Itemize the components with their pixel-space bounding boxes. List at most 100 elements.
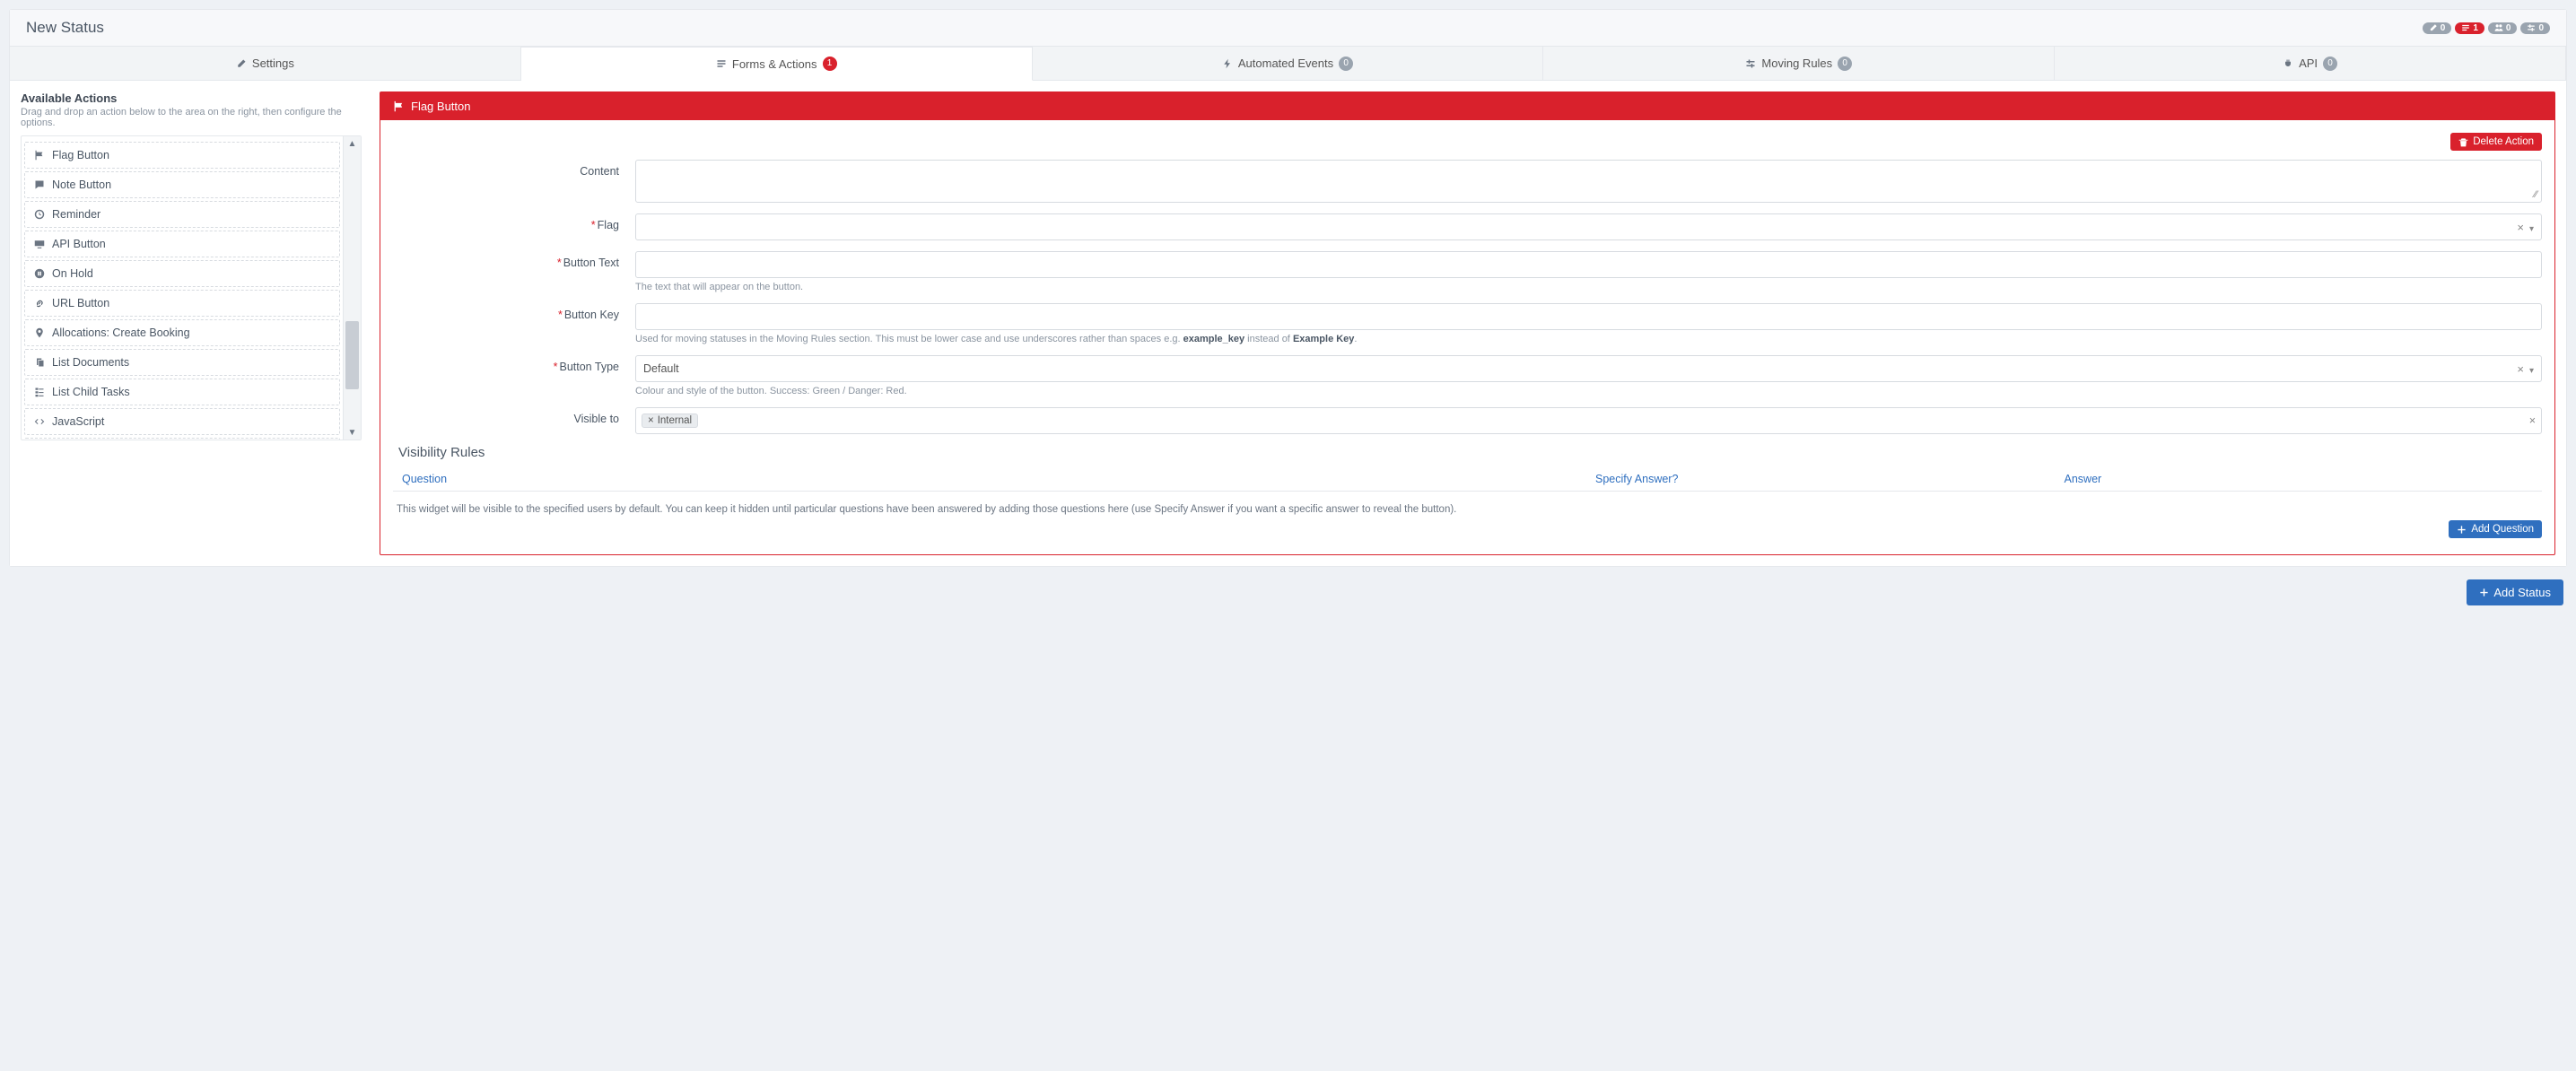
pencil-icon	[236, 58, 247, 69]
action-item-list-child-tasks[interactable]: List Child Tasks	[24, 379, 340, 405]
add-status-button[interactable]: Add Status	[2467, 579, 2563, 605]
action-item-url-button[interactable]: URL Button	[24, 290, 340, 317]
visibility-rules-title: Visibility Rules	[398, 445, 2542, 460]
visibility-table-header: Question Specify Answer? Answer	[393, 467, 2542, 492]
tree-icon	[34, 387, 45, 397]
badge-sliders[interactable]: 0	[2520, 22, 2550, 34]
sliders-icon	[2527, 23, 2536, 32]
scroll-thumb[interactable]	[345, 321, 359, 390]
clear-icon[interactable]: ×	[2517, 221, 2524, 234]
sliders-icon	[1745, 58, 1756, 69]
button-type-help: Colour and style of the button. Success:…	[635, 386, 2542, 396]
action-item-flag-button[interactable]: Flag Button	[24, 142, 340, 169]
available-actions-hint: Drag and drop an action below to the are…	[21, 107, 362, 128]
tab-api-badge: 0	[2323, 57, 2337, 71]
tab-api[interactable]: API 0	[2055, 47, 2566, 80]
button-key-label: *Button Key	[393, 303, 635, 321]
button-text-input[interactable]	[635, 251, 2542, 278]
tab-settings[interactable]: Settings	[10, 47, 521, 80]
chevron-down-icon[interactable]: ▾	[2529, 224, 2534, 234]
tab-moving-badge: 0	[1838, 57, 1852, 71]
remove-chip-icon[interactable]: ×	[648, 415, 654, 426]
form-icon	[2461, 23, 2470, 32]
clear-icon[interactable]: ×	[2517, 362, 2524, 376]
add-question-button[interactable]: Add Question	[2449, 520, 2542, 538]
plus-icon	[2457, 525, 2467, 535]
action-item-label: Note Button	[52, 178, 111, 191]
action-item-document-upload[interactable]: Document Upload	[24, 438, 340, 440]
note-icon	[34, 179, 45, 190]
tabs: Settings Forms & Actions 1 Automated Eve…	[10, 47, 2566, 81]
button-text-label: *Button Text	[393, 251, 635, 269]
action-item-on-hold[interactable]: On Hold	[24, 260, 340, 287]
screen-icon	[34, 239, 45, 249]
tab-forms-badge: 1	[823, 57, 837, 71]
action-item-label: On Hold	[52, 267, 93, 280]
action-item-label: Flag Button	[52, 149, 109, 161]
pause-icon	[34, 268, 45, 279]
scroll-down-button[interactable]: ▼	[344, 425, 361, 440]
col-answer: Answer	[2065, 473, 2534, 485]
badge-users[interactable]: 0	[2488, 22, 2518, 34]
content-label: Content	[393, 160, 635, 178]
button-type-label: *Button Type	[393, 355, 635, 373]
pin-icon	[34, 327, 45, 338]
badge-pencil[interactable]: 0	[2423, 22, 2452, 34]
action-item-label: List Child Tasks	[52, 386, 130, 398]
flag-select[interactable]: ×▾	[635, 213, 2542, 240]
flag-label: *Flag	[393, 213, 635, 231]
button-key-input[interactable]	[635, 303, 2542, 330]
action-item-label: Allocations: Create Booking	[52, 327, 190, 339]
action-item-api-button[interactable]: API Button	[24, 231, 340, 257]
bolt-icon	[1222, 58, 1233, 69]
tab-automated-badge: 0	[1339, 57, 1353, 71]
visible-to-label: Visible to	[393, 407, 635, 425]
col-question: Question	[402, 473, 1595, 485]
badge-forms[interactable]: 1	[2455, 22, 2484, 34]
available-actions-list[interactable]: Flag Button Note Button Reminder API Button…	[22, 136, 343, 440]
col-specify-answer: Specify Answer?	[1595, 473, 2065, 485]
action-item-javascript[interactable]: JavaScript	[24, 408, 340, 435]
code-icon	[34, 416, 45, 427]
scroll-track[interactable]	[344, 151, 361, 425]
action-item-list-documents[interactable]: List Documents	[24, 349, 340, 376]
flag-icon	[393, 100, 405, 112]
visible-to-chip[interactable]: ×Internal	[642, 414, 698, 428]
users-icon	[2494, 23, 2503, 32]
form-icon	[716, 58, 727, 69]
action-item-label: URL Button	[52, 297, 109, 309]
clock-icon	[34, 209, 45, 220]
pencil-icon	[2429, 23, 2438, 32]
action-item-reminder[interactable]: Reminder	[24, 201, 340, 228]
action-item-label: List Documents	[52, 356, 129, 369]
plug-icon	[2283, 58, 2293, 69]
header-badges: 0 1 0 0	[2423, 22, 2550, 34]
available-actions-title: Available Actions	[21, 91, 362, 105]
tab-forms-actions[interactable]: Forms & Actions 1	[521, 47, 1033, 81]
action-config-panel: Flag Button Delete Action Content	[380, 91, 2555, 555]
scroll-up-button[interactable]: ▲	[344, 136, 361, 151]
chevron-down-icon[interactable]: ▾	[2529, 366, 2534, 376]
page-title: New Status	[26, 19, 104, 37]
plus-icon	[2479, 588, 2489, 597]
tab-moving-rules[interactable]: Moving Rules 0	[1543, 47, 2055, 80]
tab-automated-events[interactable]: Automated Events 0	[1033, 47, 1544, 80]
action-item-allocations-create-booking[interactable]: Allocations: Create Booking	[24, 319, 340, 346]
flag-icon	[34, 150, 45, 161]
content-input[interactable]: ⁄⁄	[635, 160, 2542, 203]
action-item-label: Reminder	[52, 208, 100, 221]
button-type-select[interactable]: Default×▾	[635, 355, 2542, 382]
resize-handle-icon[interactable]: ⁄⁄	[2534, 189, 2537, 200]
panel-header: Flag Button	[380, 92, 2554, 120]
delete-action-button[interactable]: Delete Action	[2450, 133, 2542, 151]
visibility-note: This widget will be visible to the speci…	[397, 504, 2542, 515]
button-key-help: Used for moving statuses in the Moving R…	[635, 334, 2542, 344]
scrollbar[interactable]: ▲ ▼	[343, 136, 361, 440]
action-item-label: JavaScript	[52, 415, 104, 428]
visible-to-select[interactable]: ×Internal ×	[635, 407, 2542, 434]
link-icon	[34, 298, 45, 309]
trash-icon	[2458, 137, 2468, 147]
button-text-help: The text that will appear on the button.	[635, 282, 2542, 292]
action-item-note-button[interactable]: Note Button	[24, 171, 340, 198]
clear-icon[interactable]: ×	[2529, 414, 2536, 427]
